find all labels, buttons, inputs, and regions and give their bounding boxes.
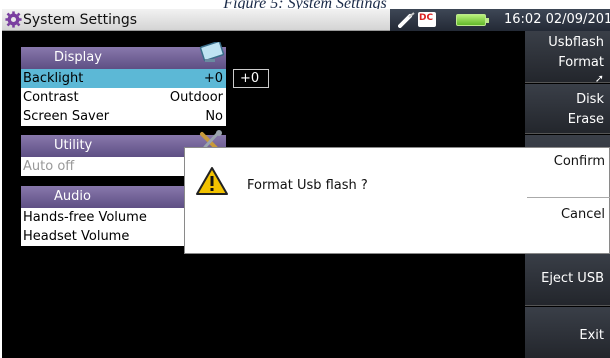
usbflash-format-button[interactable]: Usbflash Format ➚ [525,31,610,85]
warning-icon [196,167,228,195]
setting-row-screen-saver[interactable]: Screen Saver No [21,107,226,126]
setting-row-backlight[interactable]: Backlight +0 [21,69,226,88]
usb-probe-icon [398,12,415,28]
backlight-label: Backlight [23,71,84,86]
battery-icon [456,14,489,26]
status-bar: DC 16:02 02/09/2019 [390,9,610,31]
device-screen: System Settings DC 16:02 02/09/2019 Disp… [2,9,610,358]
dialog-message: Format Usb flash ? [247,178,368,193]
headset-volume-label: Headset Volume [23,229,130,244]
usbflash-format-line1: Usbflash [548,35,604,50]
auto-off-label: Auto off [23,159,75,174]
title-bar: System Settings DC 16:02 02/09/2019 [2,9,610,31]
cancel-button[interactable]: Cancel [527,201,610,251]
backlight-edit-field[interactable]: +0 [233,69,269,88]
window-title: System Settings [23,12,138,28]
eject-usb-button[interactable]: Eject USB [525,252,610,306]
screen-saver-label: Screen Saver [23,109,110,124]
eject-usb-label: Eject USB [541,271,604,286]
contrast-label: Contrast [23,90,79,105]
setting-row-contrast[interactable]: Contrast Outdoor [21,88,226,107]
exit-button[interactable]: Exit [525,307,610,358]
display-panel-header: Display [21,42,226,69]
screen-saver-value: No [205,109,223,124]
disk-erase-line1: Disk [576,92,604,107]
monitor-icon [199,42,225,62]
usbflash-format-line2: Format [558,55,604,70]
hands-free-volume-label: Hands-free Volume [23,210,147,225]
disk-erase-line2: Erase [567,112,604,127]
exit-label: Exit [579,328,604,343]
confirm-button[interactable]: Confirm [527,148,610,198]
clock-datetime: 16:02 02/09/2019 [504,12,610,27]
dc-power-badge: DC [418,12,436,27]
backlight-value: +0 [203,71,223,86]
disk-erase-button[interactable]: Disk Erase [525,84,610,134]
display-panel: Display Backlight +0 Contrast Outdoor Sc… [21,42,226,126]
dc-badge-label: DC [419,13,434,23]
gear-icon [5,11,22,28]
format-confirm-dialog: Format Usb flash ? Confirm Cancel [184,147,610,254]
contrast-value: Outdoor [169,90,223,105]
utility-header-label: Utility [54,138,93,153]
audio-header-label: Audio [54,189,91,204]
display-header-label: Display [54,50,102,65]
